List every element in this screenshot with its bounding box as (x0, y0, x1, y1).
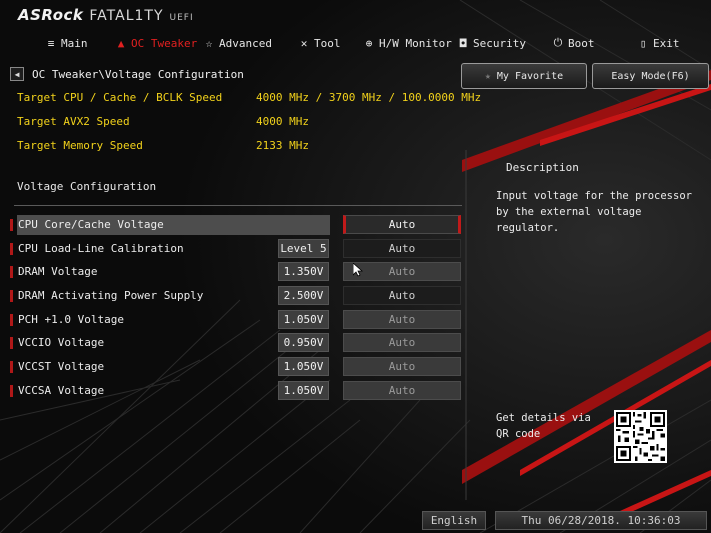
star-icon: ☆ (205, 36, 213, 50)
row-marker (10, 337, 13, 349)
row-marker (10, 219, 13, 231)
monitor-icon: ⊕ (365, 36, 373, 50)
easy-mode-button[interactable]: Easy Mode(F6) (592, 63, 709, 89)
target-value: 4000 MHz (256, 115, 309, 128)
tab-hw-monitor[interactable]: ⊕ H/W Monitor (363, 34, 452, 52)
brand-logo: ASRock FATAL1TY UEFI (18, 6, 194, 26)
voltage-label: CPU Load-Line Calibration (18, 242, 184, 255)
qr-caption: Get details via QR code (496, 412, 591, 440)
row-marker (10, 243, 13, 255)
voltage-row-pch[interactable]: PCH +1.0 Voltage 1.050V Auto (10, 310, 462, 330)
easy-mode-label: Easy Mode(F6) (611, 70, 690, 82)
voltage-option-select[interactable]: Auto (343, 310, 461, 329)
voltage-current-value: 0.950V (278, 333, 329, 352)
tab-tool[interactable]: ✕ Tool (298, 34, 341, 52)
qr-code (614, 410, 667, 463)
target-row: Target Memory Speed 2133 MHz (17, 139, 309, 153)
voltage-label: PCH +1.0 Voltage (18, 313, 124, 326)
target-row: Target CPU / Cache / BCLK Speed 4000 MHz… (17, 91, 481, 105)
top-nav: ≡ Main ▲ OC Tweaker ☆ Advanced ✕ Tool ⊕ … (0, 34, 711, 52)
shield-icon: ◘ (459, 36, 467, 50)
section-divider (14, 205, 462, 206)
breadcrumb-path: OC Tweaker\Voltage Configuration (32, 67, 244, 81)
mouse-cursor-icon (352, 262, 364, 280)
tab-tool-label: Tool (314, 36, 341, 50)
exit-icon: ▯ (639, 36, 647, 50)
tab-security[interactable]: ◘ Security (457, 34, 526, 52)
tab-hw-monitor-label: H/W Monitor (379, 36, 452, 50)
tab-advanced-label: Advanced (219, 36, 272, 50)
voltage-current-value: 1.050V (278, 381, 329, 400)
brand-suffix: UEFI (169, 13, 194, 23)
voltage-current-value: Level 5 (278, 239, 329, 258)
target-label: Target Memory Speed (17, 139, 143, 152)
brand-name: ASRock (18, 6, 84, 24)
brand-product: FATAL1TY (89, 8, 164, 24)
my-favorite-label: My Favorite (496, 70, 564, 82)
target-value: 2133 MHz (256, 139, 309, 152)
voltage-row-vccsa[interactable]: VCCSA Voltage 1.050V Auto (10, 381, 462, 401)
tab-oc-tweaker[interactable]: ▲ OC Tweaker (115, 34, 198, 52)
voltage-row-vccio[interactable]: VCCIO Voltage 0.950V Auto (10, 333, 462, 353)
tab-exit-label: Exit (653, 36, 680, 50)
section-title: Voltage Configuration (17, 180, 157, 193)
description-title: Description (506, 161, 579, 174)
tools-icon: ✕ (300, 36, 308, 50)
star-icon: ★ (484, 70, 491, 82)
voltage-row-vccst[interactable]: VCCST Voltage 1.050V Auto (10, 357, 462, 377)
datetime-display: Thu 06/28/2018. 10:36:03 (495, 511, 707, 530)
my-favorite-button[interactable]: ★ My Favorite (461, 63, 587, 89)
target-row: Target AVX2 Speed 4000 MHz (17, 115, 309, 129)
voltage-label: CPU Core/Cache Voltage (18, 218, 164, 231)
voltage-option-select[interactable]: Auto (343, 357, 461, 376)
row-marker (10, 314, 13, 326)
voltage-current-value: 1.050V (278, 357, 329, 376)
voltage-label: VCCSA Voltage (18, 384, 105, 397)
target-label: Target CPU / Cache / BCLK Speed (17, 91, 223, 104)
row-marker (10, 361, 13, 373)
voltage-row-dram[interactable]: DRAM Voltage 1.350V Auto (10, 262, 462, 282)
target-value: 4000 MHz / 3700 MHz / 100.0000 MHz (256, 91, 482, 104)
voltage-option-select[interactable]: Auto (343, 286, 461, 305)
voltage-current-value: 1.350V (278, 262, 329, 281)
breadcrumb: ◀ OC Tweaker\Voltage Configuration (10, 66, 244, 82)
voltage-label: DRAM Voltage (18, 265, 98, 278)
voltage-row-dram-activating[interactable]: DRAM Activating Power Supply 2.500V Auto (10, 286, 462, 306)
voltage-option-select[interactable]: Auto (343, 239, 461, 258)
flame-icon: ▲ (117, 36, 125, 50)
target-label: Target AVX2 Speed (17, 115, 130, 128)
list-icon: ≡ (47, 36, 55, 50)
voltage-row-load-line[interactable]: CPU Load-Line Calibration Level 5 Auto (10, 239, 462, 259)
tab-boot[interactable]: ⏻ Boot (552, 34, 595, 52)
voltage-option-select[interactable]: Auto (343, 333, 461, 352)
tab-main-label: Main (61, 36, 88, 50)
tab-security-label: Security (473, 36, 526, 50)
tab-advanced[interactable]: ☆ Advanced (203, 34, 272, 52)
row-marker (10, 290, 13, 302)
power-icon: ⏻ (553, 36, 563, 49)
voltage-row-cpu-core[interactable]: CPU Core/Cache Voltage Auto (10, 215, 462, 235)
voltage-label: DRAM Activating Power Supply (18, 289, 204, 302)
tab-boot-label: Boot (568, 36, 595, 50)
voltage-option-select[interactable]: Auto (343, 215, 461, 234)
voltage-current-value: 1.050V (278, 310, 329, 329)
back-arrow-icon: ◀ (14, 69, 20, 79)
tab-main[interactable]: ≡ Main (45, 34, 88, 52)
description-text: Input voltage for the processor by the e… (496, 190, 692, 234)
voltage-label: VCCIO Voltage (18, 336, 105, 349)
voltage-option-select[interactable]: Auto (343, 381, 461, 400)
back-button[interactable]: ◀ (10, 67, 24, 81)
tab-oc-tweaker-label: OC Tweaker (131, 36, 198, 50)
voltage-current-value: 2.500V (278, 286, 329, 305)
voltage-label: VCCST Voltage (18, 360, 105, 373)
row-marker (10, 385, 13, 397)
tab-exit[interactable]: ▯ Exit (637, 34, 680, 52)
language-button[interactable]: English (422, 511, 486, 530)
row-marker (10, 266, 13, 278)
